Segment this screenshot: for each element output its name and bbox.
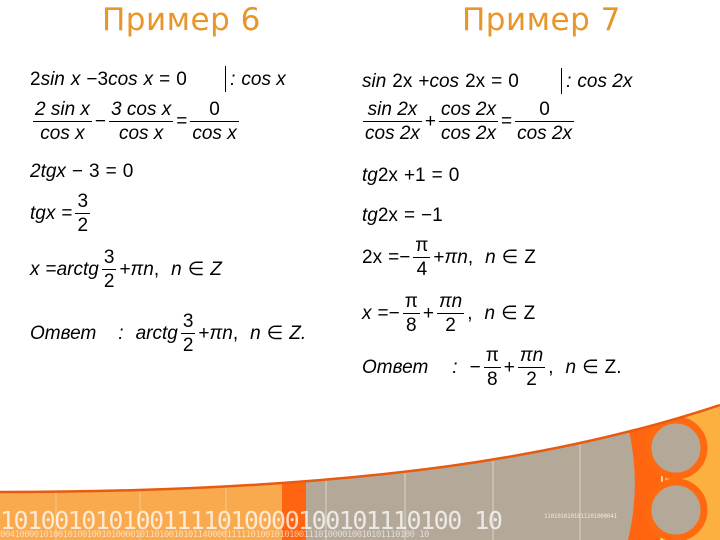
ex6-equation-3: 2tgx −3 = 0 bbox=[30, 161, 134, 182]
fraction: 0 cos x bbox=[190, 99, 239, 144]
fraction: 3 cos x cos x bbox=[109, 99, 174, 144]
answer-label: Ответ bbox=[362, 357, 429, 378]
bottom-decoration: 1010010101001111010000100101110100 10 00… bbox=[0, 400, 720, 540]
circle-top bbox=[644, 416, 708, 480]
ex7-equation-6: x = − π8 + πn 2 , n ∈ Z bbox=[362, 291, 536, 336]
ex6-answer: Ответ: arctg 32 + πn, n ∈ Z. bbox=[30, 311, 307, 356]
fraction: cos 2x cos 2x bbox=[439, 99, 498, 144]
ex6-equation-1: 2 sin x −3 cos x = 0 : cos x bbox=[30, 66, 286, 92]
binary-text-small: 0041000010100101001001010000101101001010… bbox=[0, 530, 429, 540]
fraction: πn 2 bbox=[436, 291, 465, 336]
ex7-answer: Ответ: − π8 + πn 2 , n ∈ Z. bbox=[362, 345, 622, 390]
answer-label: Ответ bbox=[30, 323, 97, 344]
ex7-equation-5: 2x = − π4 + πn, n ∈ Z bbox=[362, 235, 536, 280]
ex7-equation-3: tg 2x +1 = 0 bbox=[362, 165, 460, 186]
fraction: 32 bbox=[75, 191, 91, 236]
fraction: sin 2x cos 2x bbox=[363, 99, 422, 144]
fraction: 0 cos 2x bbox=[515, 99, 574, 144]
fraction: πn 2 bbox=[517, 345, 546, 390]
example-7-title: Пример 7 bbox=[462, 2, 621, 38]
divider-bar bbox=[560, 68, 563, 94]
fraction: π8 bbox=[483, 345, 501, 390]
example-6-title: Пример 6 bbox=[102, 2, 261, 38]
ex7-equation-2: sin 2x cos 2x + cos 2x cos 2x = 0 cos 2x bbox=[363, 99, 574, 144]
binary-text-tiny: 1101010101011101000041 bbox=[544, 513, 617, 520]
fraction: 32 bbox=[180, 311, 196, 356]
fraction: 32 bbox=[101, 247, 117, 292]
fraction: π8 bbox=[402, 291, 420, 336]
circle-bottom bbox=[644, 478, 708, 540]
ex6-equation-4: tgx = 32 bbox=[30, 191, 91, 236]
ex6-equation-2: 2 sin x cos x − 3 cos x cos x = 0 cos x bbox=[33, 99, 239, 144]
ex7-equation-4: tg 2x = −1 bbox=[362, 205, 443, 226]
fraction: 2 sin x cos x bbox=[33, 99, 92, 144]
ex7-equation-1: sin 2x + cos 2x = 0 : cos 2x bbox=[362, 68, 632, 94]
divider-bar bbox=[224, 66, 227, 92]
ex6-equation-5: x = arctg 32 + πn, n ∈ Z bbox=[30, 247, 222, 292]
fraction: π4 bbox=[413, 235, 431, 280]
